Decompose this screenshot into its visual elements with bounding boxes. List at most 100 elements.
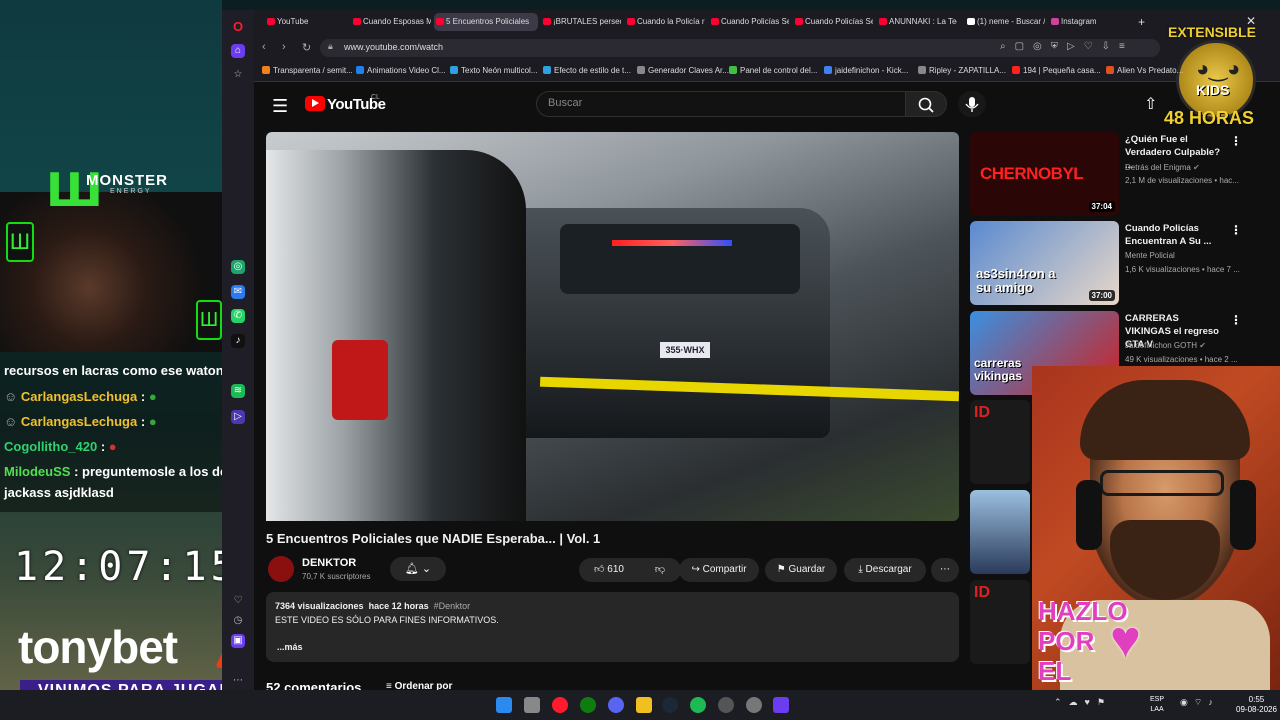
rec-stats: 49 K visualizaciones • hace 2 ... <box>1125 355 1238 364</box>
bookmark-label: Generador Claves Ar... <box>648 66 729 75</box>
download-button[interactable]: ⤓ Descargar <box>844 558 926 582</box>
subscription-bell-button[interactable]: 🔔︎ ⌄ <box>390 557 446 581</box>
rec-channel[interactable]: Mente Policial <box>1125 251 1175 260</box>
download-icon: ⤓ <box>858 564 863 575</box>
opera-gx-icon[interactable] <box>552 697 568 713</box>
rec-channel[interactable]: Detrás del Enigma ✔ <box>1125 163 1200 172</box>
bookmark-item[interactable]: Efecto de estilo de t... <box>543 66 631 75</box>
bookmark-item[interactable]: Ripley - ZAPATILLA... <box>918 66 1006 75</box>
extensible-title: EXTENSIBLE <box>1168 24 1256 40</box>
bookmark-item[interactable]: Transparenta / semit... <box>262 66 353 75</box>
browser-tab[interactable]: Cuando Policías Se <box>793 13 873 31</box>
tiktok-icon[interactable]: ♪ <box>231 334 245 348</box>
bookmark-item[interactable]: Alien Vs Predato... <box>1106 66 1183 75</box>
windows-start-icon[interactable] <box>496 697 512 713</box>
thumb-caption: CHERNOBYL <box>980 164 1084 183</box>
bookmark-favicon-icon <box>356 66 364 74</box>
rec-channel[interactable]: Jaidefinichon GOTH ✔ <box>1125 341 1206 350</box>
x-favicon-icon <box>967 18 975 25</box>
rec-thumbnail[interactable]: ID <box>970 400 1030 484</box>
browser-tab[interactable]: Cuando Esposas M <box>351 13 431 31</box>
chatgpt-icon[interactable]: ◎ <box>231 260 245 274</box>
xbox-icon[interactable] <box>580 697 596 713</box>
new-tab-icon[interactable]: + <box>1138 15 1145 29</box>
browser-tab[interactable]: YouTube <box>265 13 347 31</box>
spotify-icon[interactable]: ≋ <box>231 384 245 398</box>
back-icon[interactable]: ‹ <box>262 41 266 53</box>
mic-button[interactable] <box>958 91 986 117</box>
bookmark-item[interactable]: 194 | Pequeña casa... <box>1012 66 1101 75</box>
browser-tab[interactable]: Cuando Policías Se <box>709 13 789 31</box>
country-code: CL <box>371 94 380 101</box>
search-input[interactable] <box>536 91 906 117</box>
search-button[interactable] <box>905 91 947 117</box>
forward-icon[interactable]: › <box>282 41 286 53</box>
thumbs-up-icon: 👍︎ <box>594 564 605 575</box>
rec-menu-icon[interactable]: ⋮ <box>1230 313 1242 327</box>
extensions-icon[interactable]: ▣ <box>231 634 245 648</box>
browser-tab-active[interactable]: 5 Encuentros Policiales <box>434 13 538 31</box>
bookmark-item[interactable]: jaidefinichon - Kick... <box>824 66 908 75</box>
discord-icon[interactable] <box>608 697 624 713</box>
heart-icon[interactable]: ♡ <box>231 594 245 608</box>
tray-icons[interactable]: ⌃☁♥⚑ <box>1054 697 1112 708</box>
show-more-link[interactable]: ...más <box>277 642 303 652</box>
history-icon[interactable]: ◷ <box>231 614 245 628</box>
steam-icon[interactable] <box>662 697 678 713</box>
youtube-favicon-icon <box>711 18 719 25</box>
browser-tab[interactable]: ANUNNAKI : La Tec <box>877 13 957 31</box>
bookmark-item[interactable]: Generador Claves Ar... <box>637 66 729 75</box>
bookmark-item[interactable]: Animations Video Cl... <box>356 66 446 75</box>
rec-thumbnail[interactable]: ID <box>970 580 1030 664</box>
headset-icon <box>1076 480 1102 550</box>
more-actions-button[interactable]: ⋯ <box>931 558 959 582</box>
browser-tab[interactable]: (1) neme - Buscar / <box>965 13 1045 31</box>
like-count: 610 <box>607 564 624 575</box>
language-indicator[interactable]: ESP LAA <box>1150 695 1164 715</box>
settings-icon[interactable] <box>746 697 762 713</box>
hashtag-link[interactable]: #Denktor <box>434 601 471 611</box>
rec-menu-icon[interactable]: ⋮ <box>1230 223 1242 237</box>
video-duration: 37:00 <box>1088 290 1115 301</box>
spotify-icon[interactable] <box>690 697 706 713</box>
browser-tab[interactable]: ¡BRUTALES persecu <box>541 13 621 31</box>
sponsor-brand: MONSTER <box>86 172 168 189</box>
upload-icon[interactable]: ⇧ <box>1144 94 1157 114</box>
rec-title[interactable]: Cuando Policías Encuentran A Su ... <box>1125 222 1227 248</box>
bookmark-item[interactable]: Panel de control del... <box>729 66 817 75</box>
save-button[interactable]: ⚑ Guardar <box>765 558 837 582</box>
player-icon[interactable]: ▷ <box>231 410 245 424</box>
bookmark-label: Alien Vs Predato... <box>1117 66 1184 75</box>
obs-icon[interactable] <box>718 697 734 713</box>
browser-tab[interactable]: Cuando la Policía re <box>625 13 705 31</box>
hamburger-menu-icon[interactable]: ☰ <box>272 96 288 117</box>
verified-icon: ✔ <box>1193 163 1200 172</box>
channel-name[interactable]: DENKTOR <box>302 557 356 569</box>
bell-icon: 🔔︎ <box>404 563 419 575</box>
bookmark-item[interactable]: Texto Neón multicol... <box>450 66 537 75</box>
opera-logo-icon[interactable]: O <box>231 20 245 34</box>
whatsapp-icon[interactable]: ✆ <box>231 309 245 323</box>
channel-avatar[interactable] <box>268 556 294 582</box>
star-icon[interactable]: ☆ <box>231 68 245 82</box>
thumb-caption: as3sin4ron a su amigo <box>976 266 1056 295</box>
task-view-icon[interactable] <box>524 697 540 713</box>
toolbar-icons[interactable]: ⌕▢◎⛨▷♡⇩≡ <box>1000 41 1134 52</box>
network-volume-icons[interactable]: ◉⌔♪ <box>1180 697 1219 708</box>
like-button[interactable]: 👍︎ 610 <box>579 558 639 582</box>
more-icon[interactable]: ⋯ <box>231 674 245 688</box>
bookmark-icon: ⚑ <box>776 564 786 575</box>
share-button[interactable]: ↪ Compartir <box>679 558 759 582</box>
rec-menu-icon[interactable]: ⋮ <box>1230 134 1242 148</box>
messenger-icon[interactable]: ✉ <box>231 285 245 299</box>
rec-thumbnail[interactable]: as3sin4ron a su amigo 37:00 <box>970 221 1119 305</box>
file-explorer-icon[interactable] <box>636 697 652 713</box>
home-icon[interactable]: ⌂ <box>231 44 245 58</box>
rec-thumbnail[interactable]: CHERNOBYL 37:04 <box>970 132 1119 216</box>
browser-tab[interactable]: Instagram <box>1049 13 1129 31</box>
reload-icon[interactable]: ↻ <box>302 41 311 54</box>
dislike-button[interactable]: 👎︎ <box>640 558 680 582</box>
app-icon[interactable] <box>773 697 789 713</box>
rec-thumbnail[interactable] <box>970 490 1030 574</box>
system-clock[interactable]: 0:55 09-08-2026 <box>1236 695 1277 715</box>
